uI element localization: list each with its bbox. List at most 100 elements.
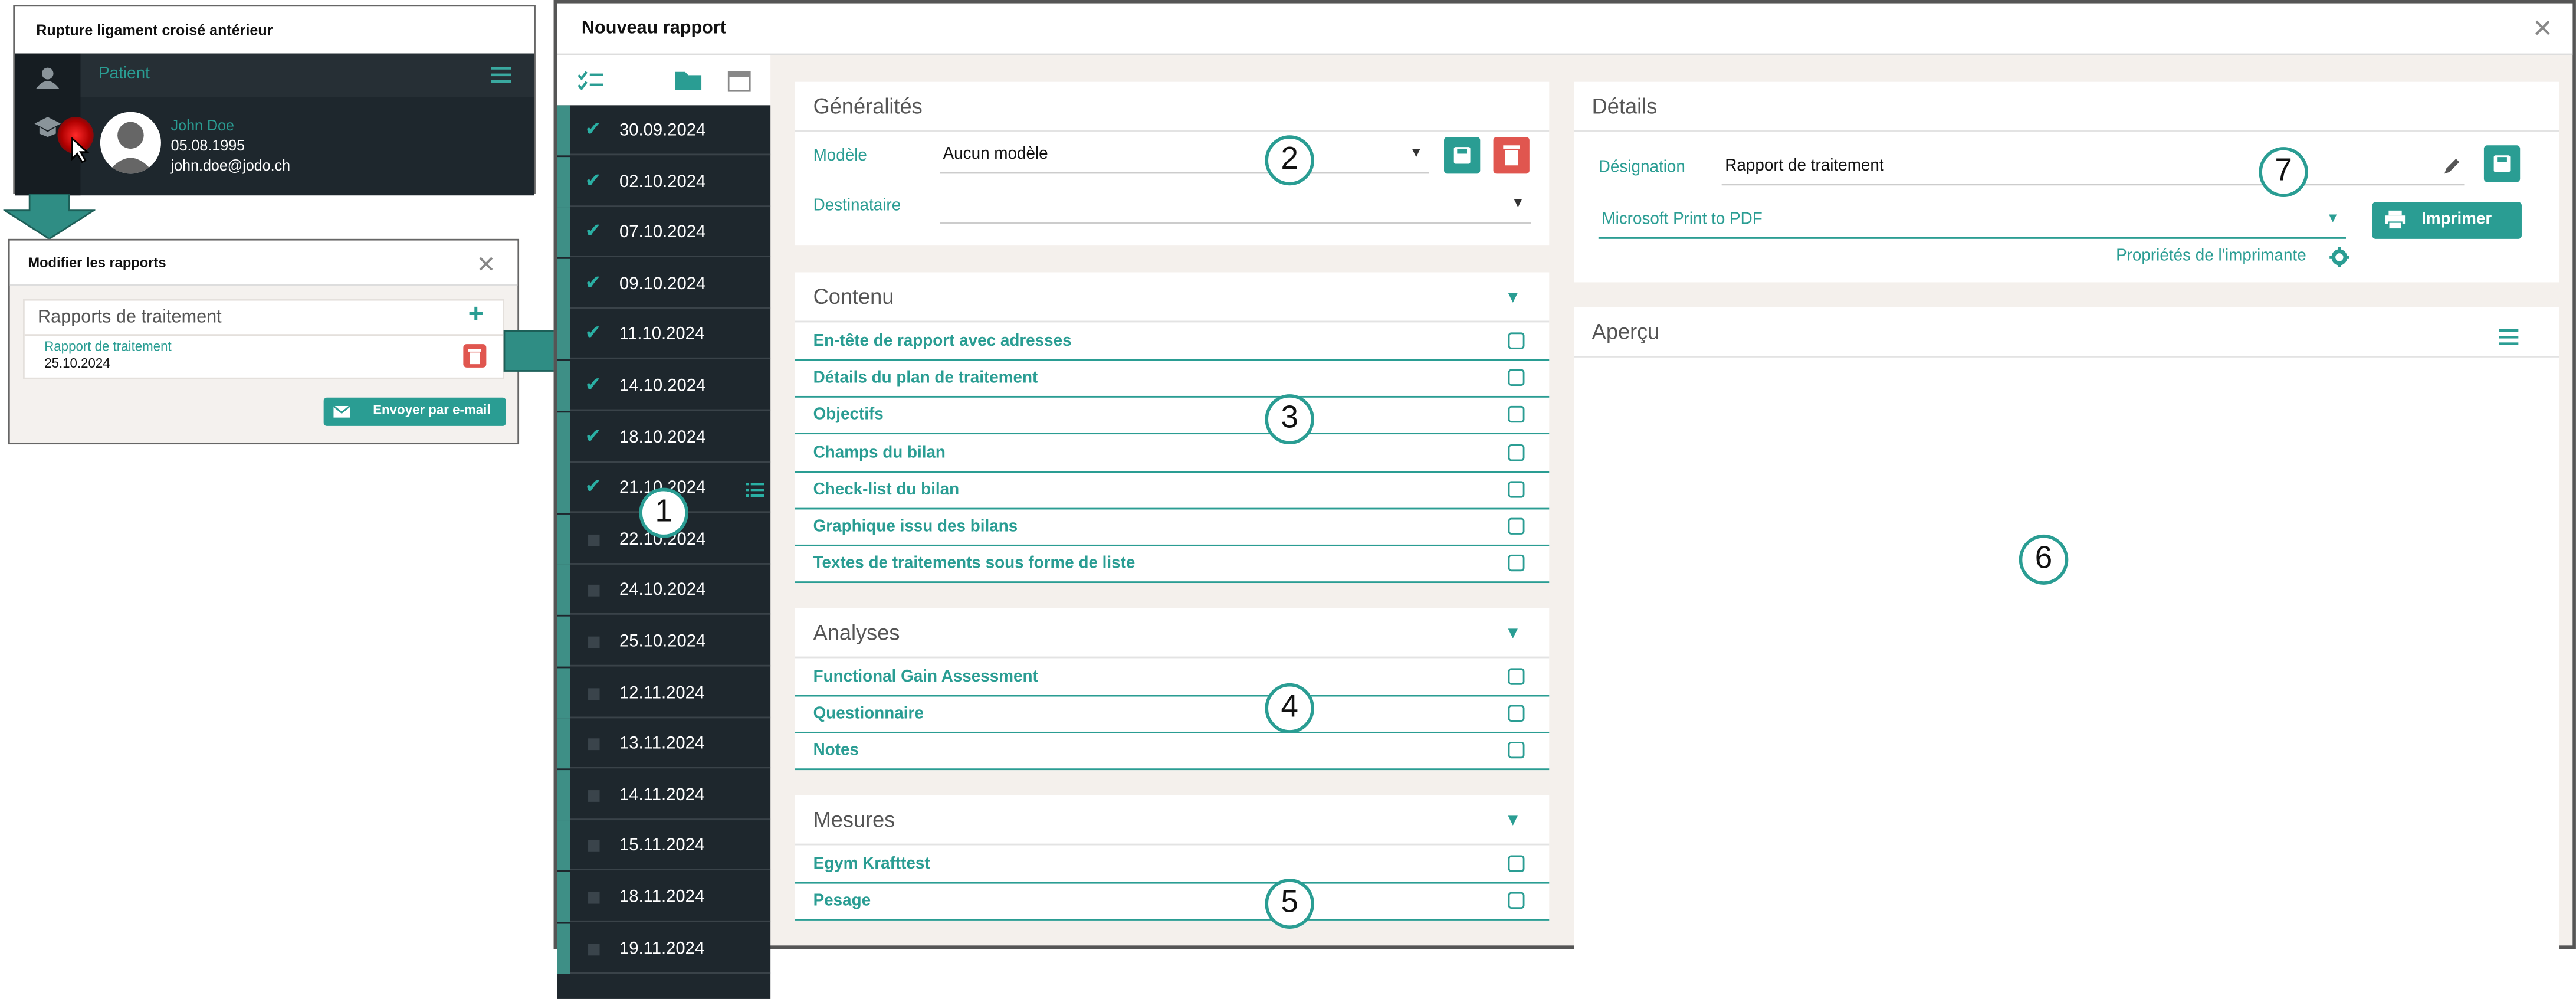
details-title: Détails [1574, 82, 2560, 132]
pencil-icon[interactable] [2443, 157, 2461, 175]
date-checkbox-checked[interactable]: ✔ [585, 424, 601, 447]
patient-dob: 05.08.1995 [170, 137, 245, 154]
gear-icon[interactable] [2329, 247, 2349, 267]
analyses-option-checkbox[interactable] [1508, 705, 1525, 722]
date-checkbox[interactable] [588, 738, 600, 751]
date-checkbox[interactable] [588, 943, 600, 955]
close-icon[interactable]: ✕ [2532, 14, 2553, 43]
printer-properties-link[interactable]: Propriétés de l'imprimante [2116, 247, 2306, 266]
date-item[interactable]: ✔ 18.10.2024 [557, 412, 771, 463]
contenu-option-row[interactable]: Champs du bilan [795, 435, 1550, 473]
menu-icon[interactable] [2498, 329, 2519, 346]
user-icon[interactable] [36, 67, 60, 89]
date-item[interactable]: 24.10.2024 [557, 565, 771, 615]
graduation-icon[interactable] [34, 117, 61, 137]
date-item[interactable]: 15.11.2024 [557, 821, 771, 872]
date-label: 02.10.2024 [619, 171, 706, 192]
date-item[interactable]: ✔ 11.10.2024 [557, 309, 771, 360]
date-item[interactable]: 14.11.2024 [557, 769, 771, 820]
contenu-option-checkbox[interactable] [1508, 443, 1525, 461]
date-checkbox-checked[interactable]: ✔ [585, 219, 601, 243]
contenu-option-row[interactable]: Objectifs [795, 398, 1550, 435]
date-checkbox[interactable] [588, 636, 600, 648]
mouse-cursor-icon [71, 137, 90, 163]
date-checkbox[interactable] [588, 892, 600, 904]
date-label: 19.11.2024 [619, 938, 705, 958]
date-checkbox-checked[interactable]: ✔ [585, 322, 601, 345]
date-item[interactable]: ✔ 14.10.2024 [557, 361, 771, 411]
date-item[interactable]: 25.10.2024 [557, 616, 771, 667]
contenu-option-label: Textes de traitements sous forme de list… [813, 555, 1136, 574]
close-icon[interactable]: ✕ [477, 251, 496, 279]
print-button[interactable]: Imprimer [2372, 202, 2522, 239]
contenu-option-checkbox[interactable] [1508, 332, 1525, 349]
contenu-option-checkbox[interactable] [1508, 517, 1525, 535]
date-checkbox[interactable] [588, 841, 600, 853]
analyses-option-row[interactable]: Functional Gain Assessment [795, 660, 1550, 697]
date-item[interactable]: 12.11.2024 [557, 667, 771, 718]
date-checkbox[interactable] [588, 687, 600, 700]
patient-header[interactable]: Patient [80, 53, 534, 97]
date-checkbox-checked[interactable]: ✔ [585, 372, 601, 396]
date-checkbox-checked[interactable]: ✔ [585, 117, 601, 140]
analyses-option-checkbox[interactable] [1508, 668, 1525, 685]
date-label: 07.10.2024 [619, 222, 706, 243]
report-link[interactable]: Rapport de traitement [44, 339, 171, 354]
delete-template-button[interactable] [1493, 137, 1530, 174]
plus-icon[interactable]: + [468, 301, 484, 331]
modele-select[interactable]: Aucun modèle ▼ [940, 137, 1429, 174]
contenu-option-label: Check-list du bilan [813, 480, 960, 499]
delete-report-button[interactable] [463, 344, 487, 368]
patient-panel-title: Rupture ligament croisé antérieur [15, 6, 534, 54]
contenu-option-row[interactable]: Détails du plan de traitement [795, 361, 1550, 398]
send-email-button[interactable]: Envoyer par e-mail [323, 397, 506, 426]
date-item[interactable]: ✔ 07.10.2024 [557, 207, 771, 258]
date-checkbox[interactable] [588, 585, 600, 597]
contenu-option-checkbox[interactable] [1508, 555, 1525, 572]
mesures-option-row[interactable]: Pesage [795, 884, 1550, 921]
date-item[interactable]: 13.11.2024 [557, 718, 771, 769]
mesures-option-row[interactable]: Egym Krafttest [795, 847, 1550, 884]
date-item[interactable]: ✔ 09.10.2024 [557, 258, 771, 309]
contenu-option-checkbox[interactable] [1508, 369, 1525, 387]
patient-name[interactable]: John Doe [171, 117, 234, 133]
date-label: 30.09.2024 [619, 120, 706, 140]
date-checkbox-checked[interactable]: ✔ [585, 168, 601, 192]
analyses-option-label: Questionnaire [813, 705, 924, 724]
menu-icon[interactable] [491, 67, 511, 83]
date-item[interactable]: ✔ 30.09.2024 [557, 105, 771, 156]
mesures-option-checkbox[interactable] [1508, 892, 1525, 909]
date-checkbox[interactable] [588, 790, 600, 802]
date-checkbox-checked[interactable]: ✔ [585, 270, 601, 294]
save-template-button[interactable] [1444, 137, 1481, 174]
collapse-icon[interactable]: ▼ [1505, 289, 1521, 307]
date-item[interactable]: 18.11.2024 [557, 872, 771, 922]
date-item[interactable]: ✔ 02.10.2024 [557, 156, 771, 207]
printer-select[interactable]: Microsoft Print to PDF ▼ [1598, 202, 2346, 239]
calendar-icon[interactable] [727, 68, 751, 92]
contenu-option-checkbox[interactable] [1508, 480, 1525, 498]
date-checkbox-checked[interactable]: ✔ [585, 475, 601, 499]
analyses-option-row[interactable]: Questionnaire [795, 697, 1550, 734]
destinataire-select[interactable]: ▼ [940, 187, 1531, 224]
save-designation-button[interactable] [2483, 145, 2521, 182]
designation-input[interactable]: Rapport de traitement [1721, 149, 2465, 186]
date-checkbox[interactable] [588, 534, 600, 546]
contenu-option-checkbox[interactable] [1508, 407, 1525, 424]
contenu-option-row[interactable]: Check-list du bilan [795, 473, 1550, 509]
date-item[interactable]: 19.11.2024 [557, 923, 771, 974]
folder-icon[interactable] [675, 68, 702, 90]
contenu-option-row[interactable]: En-tête de rapport avec adresses [795, 324, 1550, 361]
collapse-icon[interactable]: ▼ [1505, 625, 1521, 643]
collapse-icon[interactable]: ▼ [1505, 812, 1521, 830]
contenu-option-row[interactable]: Textes de traitements sous forme de list… [795, 546, 1550, 584]
contenu-title: Contenu [795, 272, 1550, 323]
analyses-option-row[interactable]: Notes [795, 734, 1550, 771]
checklist-icon[interactable] [578, 70, 605, 90]
contenu-option-label: En-tête de rapport avec adresses [813, 332, 1072, 351]
mesures-option-checkbox[interactable] [1508, 855, 1525, 872]
analyses-option-checkbox[interactable] [1508, 742, 1525, 759]
list-icon[interactable] [746, 483, 764, 497]
contenu-option-row[interactable]: Graphique issu des bilans [795, 509, 1550, 546]
reports-section: Rapports de traitement + Rapport de trai… [22, 299, 504, 379]
